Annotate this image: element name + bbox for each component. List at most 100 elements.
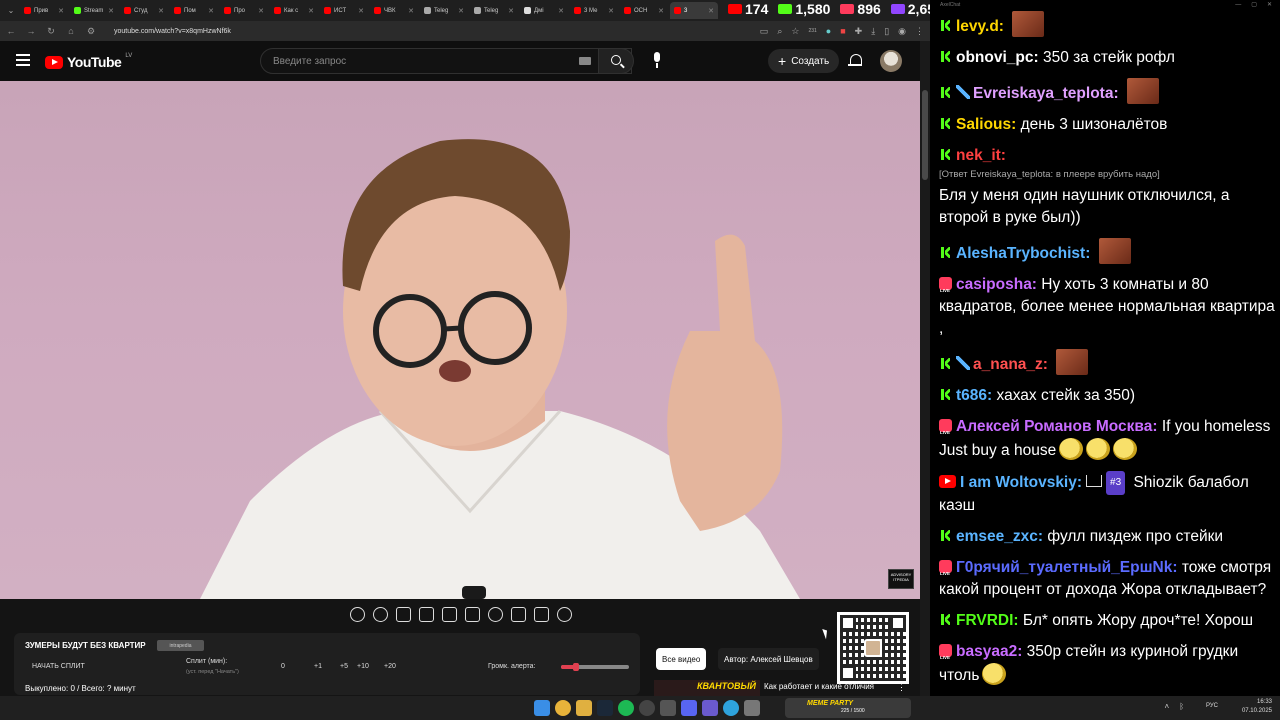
- browser-tab[interactable]: ОСН ✕: [620, 2, 668, 19]
- home-icon[interactable]: ⌂: [66, 26, 76, 36]
- chat-nickname[interactable]: t686:: [956, 387, 992, 404]
- chat-nickname[interactable]: casiposha:: [956, 276, 1037, 293]
- tab-close-icon[interactable]: ✕: [508, 7, 514, 15]
- split-plus-5-button[interactable]: +5: [340, 663, 348, 670]
- broadcast-icon[interactable]: [373, 607, 388, 622]
- app-icon[interactable]: [660, 700, 676, 716]
- close-icon[interactable]: ✕: [1267, 0, 1272, 11]
- browser-tab[interactable]: Teleg ✕: [420, 2, 468, 19]
- browser-tab[interactable]: Прив ✕: [20, 2, 68, 19]
- author-filter-button[interactable]: Автор: Алексей Шевцов: [718, 648, 819, 670]
- extension-red-icon[interactable]: ■: [840, 26, 845, 36]
- discord-icon[interactable]: [681, 700, 697, 716]
- sidebar-icon[interactable]: ▯: [884, 26, 889, 37]
- browser-tab[interactable]: ЧВК ✕: [370, 2, 418, 19]
- volume-slider[interactable]: [561, 663, 629, 671]
- reload-icon[interactable]: ↻: [46, 26, 56, 37]
- chat-nickname[interactable]: I am Woltovskiy:: [960, 474, 1082, 491]
- chat-nickname[interactable]: FRVRDI:: [956, 612, 1019, 629]
- clapper-icon[interactable]: [419, 607, 434, 622]
- browser-tab[interactable]: Stream ✕: [70, 2, 118, 19]
- tab-close-icon[interactable]: ✕: [408, 7, 414, 15]
- chat-nickname[interactable]: obnovi_pc:: [956, 49, 1039, 66]
- add-icon[interactable]: [511, 607, 526, 622]
- picture-icon[interactable]: [442, 607, 457, 622]
- voice-search-icon[interactable]: [645, 50, 669, 72]
- tab-close-icon[interactable]: ✕: [108, 7, 114, 15]
- split-plus-20-button[interactable]: +20: [384, 663, 396, 670]
- url-field[interactable]: youtube.com/watch?v=x8qmHzwNf6k: [114, 28, 231, 35]
- scrollbar-thumb[interactable]: [922, 90, 928, 180]
- video-player[interactable]: ADVISORY ITPEDIA: [0, 81, 920, 599]
- avatar[interactable]: [880, 50, 902, 72]
- split-chip[interactable]: intrapedia: [157, 640, 204, 651]
- tab-close-icon[interactable]: ✕: [558, 7, 564, 15]
- tray-chevron-icon[interactable]: ˄: [1165, 702, 1170, 711]
- chat-nickname[interactable]: Алексей Романов Москва:: [956, 418, 1158, 435]
- tab-close-icon[interactable]: ✕: [608, 7, 614, 15]
- obs-icon[interactable]: [639, 700, 655, 716]
- pip-icon[interactable]: [396, 607, 411, 622]
- notifications-bell-icon[interactable]: [848, 53, 862, 69]
- browser-tab[interactable]: Студ ✕: [120, 2, 168, 19]
- browser-tab[interactable]: Teleg ✕: [470, 2, 518, 19]
- site-info-icon[interactable]: ⚙: [86, 26, 96, 37]
- gear-icon[interactable]: [557, 607, 572, 622]
- clock[interactable]: 16:33 07.10.2025: [1242, 698, 1272, 716]
- tab-close-icon[interactable]: ✕: [458, 7, 464, 15]
- tab-close-icon[interactable]: ✕: [158, 7, 164, 15]
- puzzle-icon[interactable]: ✚: [855, 26, 863, 37]
- zoom-icon[interactable]: ⌕: [777, 26, 782, 37]
- youtube-logo[interactable]: YouTube LV: [45, 53, 132, 70]
- extension-badge[interactable]: 231: [808, 28, 816, 34]
- menu-icon[interactable]: ⋮: [915, 26, 924, 37]
- split-plus-10-button[interactable]: +10: [357, 663, 369, 670]
- split-value[interactable]: 0: [281, 663, 285, 670]
- chat-nickname[interactable]: basyaa2:: [956, 643, 1022, 660]
- browser-tab[interactable]: ИСТ ✕: [320, 2, 368, 19]
- bookmark-icon[interactable]: ☆: [791, 26, 799, 37]
- tab-close-icon[interactable]: ✕: [258, 7, 264, 15]
- recommendation-thumbnail[interactable]: КВАНТОВЫЙ: [654, 680, 760, 696]
- forward-icon[interactable]: →: [26, 26, 36, 36]
- steam-icon[interactable]: [597, 700, 613, 716]
- chat-nickname[interactable]: emsee_zxc:: [956, 528, 1043, 545]
- browser-tab[interactable]: 3 Ме ✕: [570, 2, 618, 19]
- browser-tab[interactable]: Как с ✕: [270, 2, 318, 19]
- browser-tab[interactable]: Дмі ✕: [520, 2, 568, 19]
- tab-close-icon[interactable]: ✕: [308, 7, 314, 15]
- tab-close-icon[interactable]: ✕: [58, 7, 64, 15]
- player-icon[interactable]: [702, 700, 718, 716]
- explorer-folder-icon[interactable]: [576, 700, 592, 716]
- meme-party-widget[interactable]: MEME PARTY 225 / 1500: [785, 698, 911, 718]
- chat-nickname[interactable]: AleshaTrybochist:: [956, 245, 1090, 262]
- menu-hamburger-icon[interactable]: [16, 54, 30, 66]
- search-input[interactable]: [261, 49, 631, 73]
- profile-icon[interactable]: ◉: [898, 26, 906, 37]
- spotify-icon[interactable]: [618, 700, 634, 716]
- download-icon[interactable]: ⤓: [871, 26, 875, 37]
- telegram-icon[interactable]: [723, 700, 739, 716]
- install-icon[interactable]: ▭: [760, 26, 769, 37]
- start-windows-icon[interactable]: [534, 700, 550, 716]
- more-options-icon[interactable]: ⋮: [897, 682, 906, 693]
- browser-tab[interactable]: 3 ✕: [670, 2, 718, 19]
- tab-close-icon[interactable]: ✕: [358, 7, 364, 15]
- speed-icon[interactable]: [488, 607, 503, 622]
- language-indicator[interactable]: РУС: [1206, 703, 1218, 709]
- browser-tab[interactable]: Про ✕: [220, 2, 268, 19]
- minimize-icon[interactable]: —: [1235, 0, 1241, 11]
- create-button[interactable]: + Создать: [768, 49, 840, 73]
- chat-nickname[interactable]: levy.d:: [956, 18, 1004, 35]
- tab-search-icon[interactable]: ⌄: [4, 4, 18, 18]
- all-videos-button[interactable]: Все видео: [656, 648, 707, 670]
- chat-nickname[interactable]: nek_it:: [956, 147, 1006, 164]
- recommendation-title[interactable]: Как работает и какие отличия: [764, 682, 874, 691]
- chat-nickname[interactable]: Evreiskaya_teplota:: [973, 85, 1119, 102]
- tray-bluetooth-icon[interactable]: ᛒ: [1179, 702, 1184, 711]
- split-plus-1-button[interactable]: +1: [314, 663, 322, 670]
- chrome-icon[interactable]: [555, 700, 571, 716]
- chat-nickname[interactable]: Salious:: [956, 116, 1016, 133]
- film-icon[interactable]: [465, 607, 480, 622]
- keyboard-icon[interactable]: [579, 57, 591, 65]
